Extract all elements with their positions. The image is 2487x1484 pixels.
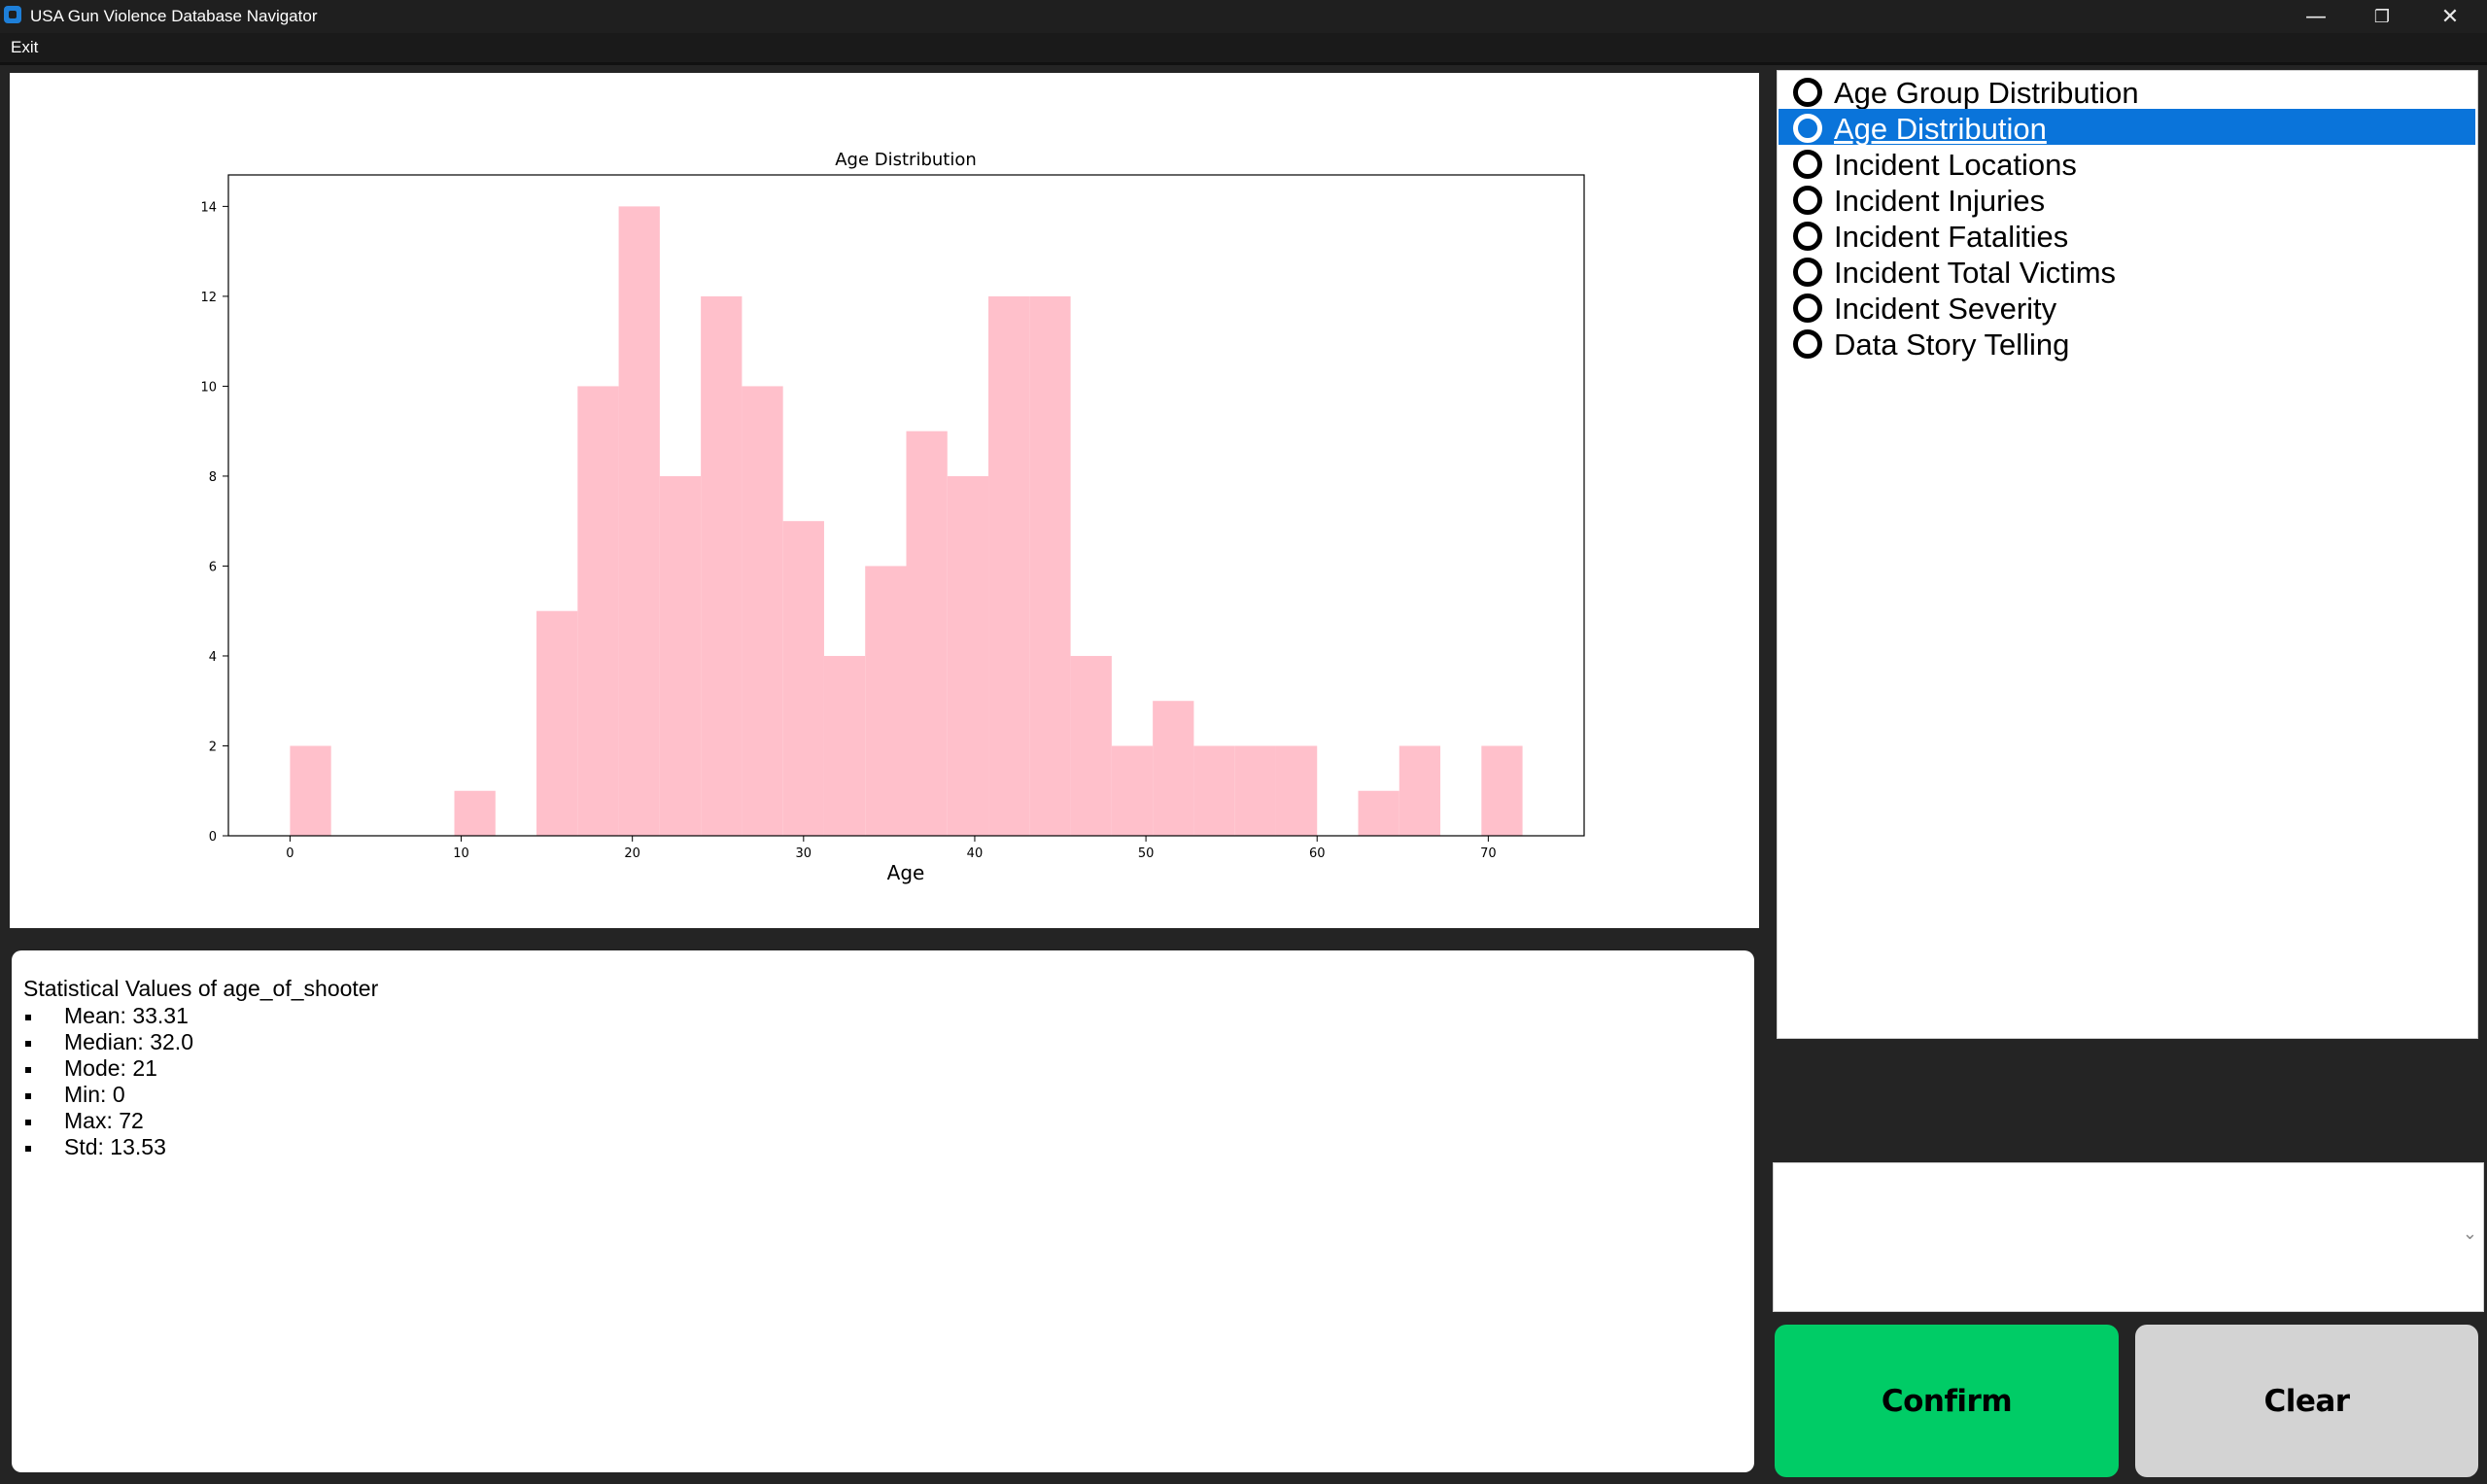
option-label: Incident Severity [1834, 292, 2057, 326]
stat-median: Median: 32.0 [64, 1029, 193, 1054]
histogram-bar [782, 521, 824, 836]
histogram-bar [1153, 701, 1194, 836]
stat-std: Std: 13.53 [64, 1134, 166, 1159]
histogram-bar [1029, 295, 1071, 836]
radio-button-icon[interactable] [1793, 329, 1822, 359]
histogram-bar [290, 745, 331, 836]
x-tick-label: 50 [1138, 846, 1155, 861]
x-axis-label: Age [887, 861, 925, 884]
histogram-bar [947, 475, 989, 836]
radio-button-icon[interactable] [1793, 78, 1822, 107]
option-data-story-telling[interactable]: Data Story Telling [1779, 325, 2475, 362]
histogram-bar [454, 790, 496, 836]
radio-button-icon[interactable] [1793, 293, 1822, 323]
x-tick-label: 10 [453, 846, 469, 861]
stat-min: Min: 0 [64, 1082, 125, 1107]
option-age-distribution[interactable]: Age Distribution [1779, 109, 2475, 146]
bullet-icon [25, 1146, 31, 1152]
histogram-bar [1193, 745, 1235, 836]
chart-bars [290, 206, 1523, 836]
histogram-bar [1275, 745, 1318, 836]
stat-mean: Mean: 33.31 [64, 1003, 189, 1028]
restore-icon[interactable]: ❐ [2349, 0, 2415, 33]
bullet-icon [25, 1015, 31, 1020]
option-label: Age Group Distribution [1834, 76, 2139, 110]
x-tick-label: 20 [624, 846, 640, 861]
y-tick-label: 4 [209, 650, 217, 665]
bullet-icon [25, 1093, 31, 1099]
option-label: Age Distribution [1834, 112, 2047, 146]
x-tick-label: 70 [1480, 846, 1497, 861]
y-tick-label: 14 [200, 200, 217, 215]
y-tick-label: 0 [209, 830, 217, 845]
window-title: USA Gun Violence Database Navigator [30, 7, 318, 25]
option-label: Incident Injuries [1834, 184, 2046, 218]
filter-dropdown[interactable]: ⌄ [1773, 1162, 2484, 1312]
y-tick-label: 12 [200, 291, 217, 305]
radio-button-icon[interactable] [1793, 258, 1822, 287]
histogram-bar [742, 386, 783, 836]
histogram-bar [536, 610, 578, 836]
radio-button-icon[interactable] [1793, 222, 1822, 251]
y-tick-label: 10 [200, 380, 217, 395]
x-tick-label: 40 [967, 846, 984, 861]
y-tick-label: 8 [209, 470, 217, 485]
stat-mode: Mode: 21 [64, 1055, 157, 1081]
stats-title: Statistical Values of age_of_shooter [23, 976, 379, 1001]
title-bar: USA Gun Violence Database Navigator — ❐ … [0, 0, 2487, 33]
histogram-bar [659, 475, 702, 836]
histogram-bar [1111, 745, 1154, 836]
y-tick-label: 6 [209, 560, 217, 574]
option-label: Incident Total Victims [1834, 256, 2117, 290]
histogram-bar [1234, 745, 1276, 836]
x-ticks: 0 10 20 30 40 50 60 70 [286, 836, 1497, 861]
chart-title: Age Distribution [835, 150, 977, 170]
confirm-button[interactable]: Confirm [1775, 1325, 2119, 1477]
menu-exit[interactable]: Exit [11, 38, 38, 57]
histogram-bar [1358, 790, 1399, 836]
y-ticks: 0 2 4 6 8 10 12 14 [200, 200, 228, 845]
option-label: Data Story Telling [1834, 328, 2070, 362]
option-label: Incident Locations [1834, 148, 2077, 182]
histogram-bar [577, 386, 619, 836]
histogram-bar [1399, 745, 1441, 836]
histogram-bar [988, 295, 1030, 836]
histogram-bar [1481, 745, 1523, 836]
stats-panel: Statistical Values of age_of_shooter Mea… [12, 950, 1754, 1472]
bullet-icon [25, 1067, 31, 1073]
x-tick-label: 30 [796, 846, 812, 861]
chart-options-list: Age Group Distribution Age Distribution … [1777, 70, 2478, 1039]
histogram-bar [865, 566, 907, 836]
option-incident-fatalities[interactable]: Incident Fatalities [1779, 217, 2475, 254]
option-incident-severity[interactable]: Incident Severity [1779, 289, 2475, 326]
histogram-bar [823, 655, 866, 836]
histogram-bar [701, 295, 743, 836]
histogram-bar [618, 206, 660, 836]
menu-bar: Exit [0, 33, 2487, 65]
stat-max: Max: 72 [64, 1108, 144, 1133]
radio-button-icon[interactable] [1793, 150, 1822, 179]
chart-panel: Age Distribution 0 10 20 30 40 50 60 70 0 2 4 6 8 10… [10, 73, 1759, 928]
app-icon [4, 6, 21, 23]
radio-button-icon[interactable] [1793, 114, 1822, 143]
bullet-icon [25, 1041, 31, 1047]
option-incident-locations[interactable]: Incident Locations [1779, 145, 2475, 182]
option-label: Incident Fatalities [1834, 220, 2069, 254]
histogram-bar [906, 431, 948, 836]
x-tick-label: 60 [1309, 846, 1326, 861]
minimize-icon[interactable]: — [2283, 0, 2349, 33]
histogram-bar [1070, 655, 1112, 836]
option-incident-total-victims[interactable]: Incident Total Victims [1779, 253, 2475, 290]
option-incident-injuries[interactable]: Incident Injuries [1779, 181, 2475, 218]
option-age-group-distribution[interactable]: Age Group Distribution [1779, 73, 2475, 110]
clear-button[interactable]: Clear [2135, 1325, 2478, 1477]
y-tick-label: 2 [209, 740, 217, 754]
radio-button-icon[interactable] [1793, 186, 1822, 215]
x-tick-label: 0 [286, 846, 294, 861]
chevron-down-icon[interactable]: ⌄ [2463, 1224, 2477, 1244]
bullet-icon [25, 1120, 31, 1125]
close-icon[interactable]: ✕ [2417, 0, 2483, 33]
histogram-chart: Age Distribution 0 10 20 30 40 50 60 70 0 2 4 6 8 10… [200, 150, 1585, 884]
